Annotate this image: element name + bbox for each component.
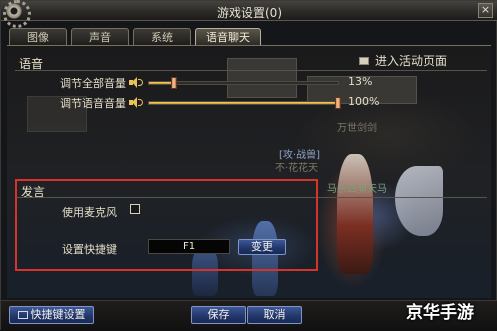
shortcut-settings-label: 快捷键设置 bbox=[30, 308, 86, 321]
title-bar[interactable]: 游戏设置(0) × bbox=[1, 0, 497, 28]
change-hotkey-button[interactable]: 变更 bbox=[238, 239, 286, 255]
scene-name-label: 不·花花天 bbox=[275, 163, 319, 174]
scene-character bbox=[337, 154, 373, 274]
shortcut-settings-button[interactable]: 快捷键设置 bbox=[9, 306, 94, 324]
window-title: 游戏设置(0) bbox=[217, 6, 282, 20]
scene-wing bbox=[395, 166, 443, 236]
highlight-box bbox=[15, 179, 318, 271]
watermark-logo: 京华手游 bbox=[406, 303, 474, 323]
enter-activity-label: 进入活动页面 bbox=[375, 54, 448, 68]
master-volume-slider[interactable] bbox=[148, 77, 339, 89]
enter-activity-link[interactable]: 进入活动页面 bbox=[359, 52, 447, 69]
close-button[interactable]: × bbox=[478, 3, 493, 18]
tab-graphics[interactable]: 图像 bbox=[9, 28, 67, 46]
section-divider bbox=[15, 70, 487, 71]
speaker-icon bbox=[129, 97, 143, 108]
scene-name-label: 万世剑剑 bbox=[337, 123, 377, 134]
page-icon bbox=[359, 56, 369, 65]
save-button[interactable]: 保存 bbox=[191, 306, 246, 324]
slider-thumb[interactable] bbox=[170, 77, 177, 89]
voice-volume-value: 100% bbox=[348, 95, 380, 108]
hotkey-label: 设置快捷键 bbox=[62, 243, 117, 256]
tab-voice-chat[interactable]: 语音聊天 bbox=[195, 28, 261, 46]
voice-volume-row: 调节语音音量 100% bbox=[1, 95, 497, 111]
game-settings-window: 游戏设置(0) × 图像 声音 系统 语音聊天 万世剑剑 [攻·战兽] 不·花花… bbox=[0, 0, 497, 331]
master-volume-value: 13% bbox=[348, 75, 373, 88]
hotkey-field[interactable]: F1 bbox=[148, 239, 230, 254]
master-volume-label: 调节全部音量 bbox=[60, 77, 126, 90]
tab-system[interactable]: 系统 bbox=[133, 28, 191, 46]
tab-sound[interactable]: 声音 bbox=[71, 28, 129, 46]
keyboard-icon bbox=[17, 311, 28, 319]
slider-thumb[interactable] bbox=[335, 97, 341, 109]
settings-tabs: 图像 声音 系统 语音聊天 bbox=[9, 28, 265, 46]
scene-name-label: 马杀四骑天马 bbox=[327, 184, 387, 195]
slider-fill bbox=[149, 102, 338, 104]
voice-volume-label: 调节语音音量 bbox=[60, 97, 126, 110]
master-volume-row: 调节全部音量 13% bbox=[1, 75, 497, 91]
use-mic-checkbox[interactable] bbox=[130, 204, 140, 214]
voice-volume-slider[interactable] bbox=[148, 97, 341, 109]
use-mic-label: 使用麦克风 bbox=[62, 206, 117, 219]
speaker-icon bbox=[129, 77, 143, 88]
cancel-button[interactable]: 取消 bbox=[247, 306, 302, 324]
